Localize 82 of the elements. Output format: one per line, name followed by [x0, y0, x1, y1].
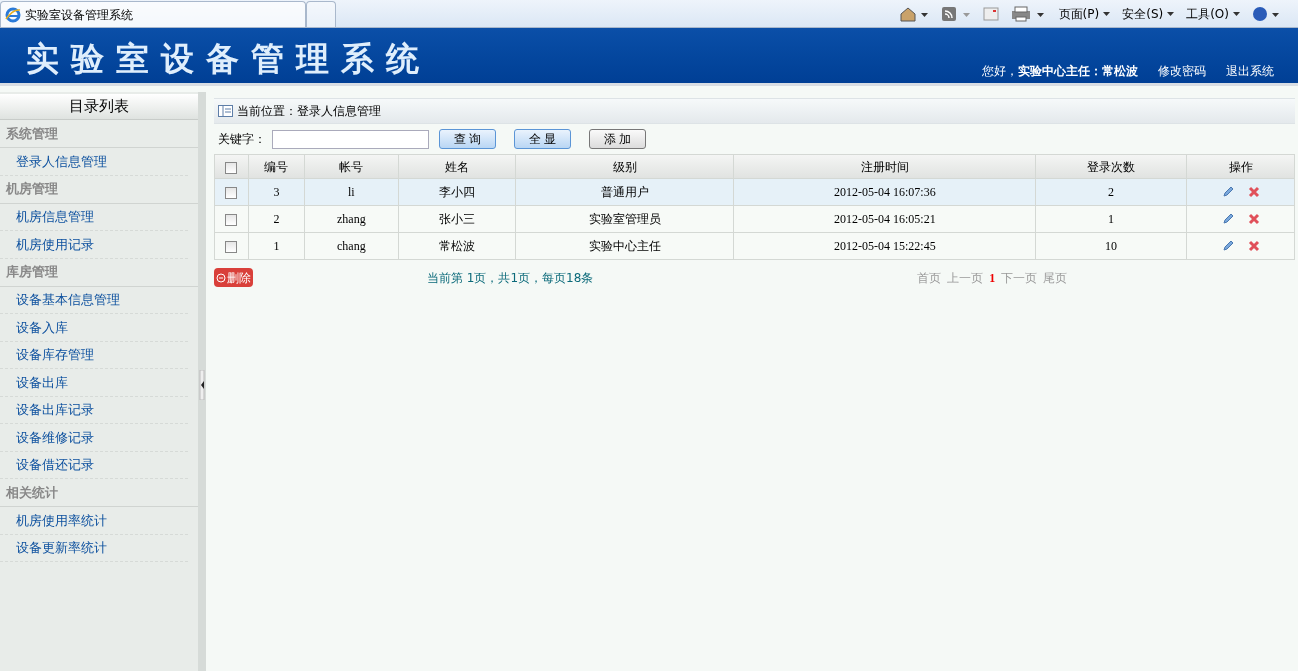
minus-circle-icon [216, 272, 226, 283]
table-cell: chang [304, 232, 399, 260]
current-page[interactable]: 1 [989, 268, 996, 287]
sidebar-item[interactable]: 设备出库 [0, 372, 68, 392]
home-icon[interactable] [898, 6, 929, 22]
table-cell: 常松波 [398, 232, 516, 260]
header-link[interactable]: 退出系统 [1226, 62, 1274, 80]
sidebar-item[interactable]: 机房信息管理 [0, 207, 94, 227]
user-greeting: 您好，实验中心主任：常松波 [982, 63, 1138, 80]
table-cell: 2012-05-04 16:05:21 [733, 205, 1036, 233]
table-cell: 张小三 [398, 205, 516, 233]
sidebar-item[interactable]: 设备入库 [0, 317, 68, 337]
table-row[interactable]: 1 chang 常松波 实验中心主任 2012-05-04 15:22:45 10 [214, 232, 1295, 260]
column-header: 姓名 [398, 154, 516, 179]
feed-icon[interactable] [940, 6, 971, 22]
mail-icon[interactable] [982, 7, 999, 21]
table-cell: 2 [248, 205, 305, 233]
table-cell: 2012-05-04 16:07:36 [733, 178, 1036, 206]
caret-icon [1233, 11, 1240, 17]
toolbar-menu[interactable]: 页面(P) [1058, 5, 1111, 23]
checkbox[interactable] [225, 187, 238, 200]
caret-icon [1167, 11, 1175, 17]
sidebar-item[interactable]: 机房使用率统计 [0, 510, 107, 530]
help-icon[interactable] [1252, 6, 1282, 22]
table-cell: 李小四 [398, 178, 516, 206]
sidebar-item[interactable]: 设备借还记录 [0, 455, 94, 475]
breadcrumb-text: 当前位置：登录人信息管理 [237, 103, 381, 120]
browser-tab[interactable]: 实验室设备管理系统 [0, 1, 306, 27]
column-header: 帐号 [304, 154, 399, 179]
table-cell: 2 [1035, 178, 1187, 206]
new-tab[interactable] [306, 1, 336, 27]
sidebar-item[interactable]: 设备更新率统计 [0, 538, 107, 558]
delete-icon[interactable] [1247, 213, 1260, 225]
header-link[interactable]: 修改密码 [1158, 62, 1206, 80]
delete-icon[interactable] [1247, 240, 1260, 252]
sidebar-item[interactable]: 机房使用记录 [0, 234, 94, 254]
table-cell: 1 [248, 232, 305, 260]
table-cell: 2012-05-04 15:22:45 [733, 232, 1036, 260]
table-cell: 普通用户 [515, 178, 734, 206]
edit-pencil-icon[interactable] [1221, 186, 1234, 198]
keyword-field[interactable] [272, 129, 429, 149]
sidebar-item[interactable]: 设备库存管理 [0, 345, 94, 365]
column-header: 编号 [248, 154, 305, 179]
table-cell: 实验中心主任 [515, 232, 734, 260]
browser-logo-icon [5, 6, 21, 23]
site-title: 实验室设备管理系统 [25, 38, 431, 80]
sidebar-item[interactable]: 登录人信息管理 [0, 151, 107, 171]
sidebar-item[interactable]: 设备基本信息管理 [0, 290, 120, 310]
tab-title: 实验室设备管理系统 [25, 6, 133, 24]
sidebar-item[interactable]: 设备维修记录 [0, 427, 94, 447]
table-cell: li [304, 178, 399, 206]
collapse-arrow-icon[interactable] [199, 369, 205, 400]
action-button[interactable]: 全 显 [514, 129, 571, 149]
action-button[interactable]: 查 询 [439, 129, 496, 149]
toolbar-menu[interactable]: 工具(O) [1186, 5, 1240, 23]
printer-icon[interactable] [1010, 6, 1047, 22]
toolbar-menu[interactable]: 安全(S) [1122, 5, 1175, 23]
column-header: 登录次数 [1035, 154, 1187, 179]
table-cell: zhang [304, 205, 399, 233]
table-cell: 1 [1035, 205, 1187, 233]
window-icon [218, 105, 233, 117]
page-info: 当前第 1页，共1页，每页18条 [427, 269, 594, 287]
keyword-label: 关键字： [218, 131, 266, 148]
table-row[interactable]: 2 zhang 张小三 实验室管理员 2012-05-04 16:05:21 1 [214, 205, 1295, 233]
column-header: 注册时间 [733, 154, 1036, 179]
checkbox[interactable] [225, 214, 238, 227]
table-row[interactable]: 3 li 李小四 普通用户 2012-05-04 16:07:36 2 [214, 178, 1295, 206]
sidebar-title: 目录列表 [0, 94, 198, 120]
edit-pencil-icon[interactable] [1221, 213, 1234, 225]
table-cell: 3 [248, 178, 305, 206]
column-header: 操作 [1186, 154, 1295, 179]
checkbox[interactable] [225, 161, 238, 174]
sidebar-item[interactable]: 设备出库记录 [0, 400, 94, 420]
caret-icon [1103, 11, 1111, 17]
table-cell: 实验室管理员 [515, 205, 734, 233]
delete-button[interactable]: 删除 [214, 268, 253, 287]
action-button[interactable]: 添 加 [589, 129, 646, 149]
delete-icon[interactable] [1247, 186, 1260, 198]
edit-pencil-icon[interactable] [1221, 240, 1234, 252]
table-cell: 10 [1035, 232, 1187, 260]
column-header: 级别 [515, 154, 734, 179]
checkbox[interactable] [225, 241, 238, 254]
